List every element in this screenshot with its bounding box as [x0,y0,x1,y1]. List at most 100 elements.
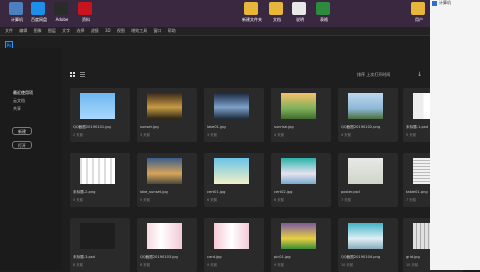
recent-file-tile[interactable]: sunrise.jpg 4 天前 [271,88,331,142]
desktop-icon[interactable]: 用户 [407,1,431,25]
file-name: card.jpg [207,255,222,259]
file-opened-time: 7 天前 [341,198,352,202]
recent-file-tile[interactable]: 未标题-2.png 5 天前 [70,153,130,207]
new-button[interactable]: 新建 [12,127,32,135]
menu-filter[interactable]: 滤镜 [91,28,99,33]
file-name: lake_sunset.jpg [140,190,168,194]
menu-window[interactable]: 窗口 [153,28,161,33]
file-opened-time: 10 天前 [341,263,354,267]
file-opened-time: 8 天前 [73,263,84,267]
folder-icon [269,2,283,15]
desktop-icon-label: 新建文件夹 [242,17,262,22]
recent-file-tile[interactable]: lake_sunset.jpg 5 天前 [137,153,197,207]
folder-icon [411,2,425,15]
sidebar-item-recent[interactable]: 最近使用项 [13,90,33,96]
file-opened-time: 5 天前 [406,133,417,137]
recent-file-tile[interactable]: pic01.jpg 9 天前 [271,218,331,272]
menu-help[interactable]: 帮助 [168,28,176,33]
desktop-icon-label: 表格 [320,17,328,22]
recent-file-tile[interactable]: cert01.jpg 6 天前 [204,153,264,207]
menu-layer[interactable]: 图层 [48,28,56,33]
list-view-icon[interactable] [80,72,85,77]
file-opened-time: 2 天前 [73,133,84,137]
file-opened-time: 5 天前 [140,198,151,202]
menu-edit[interactable]: 编辑 [19,28,27,33]
recent-file-tile[interactable]: 未标题-3.psd 8 天前 [70,218,130,272]
excel-icon [316,2,330,15]
file-name: sunset.jpg [140,125,159,129]
recent-file-tile[interactable]: QQ截图20190104.png 10 天前 [338,218,398,272]
file-opened-time: 4 天前 [341,133,352,137]
sort-direction-icon[interactable]: ↓ [417,71,422,78]
desktop-icon[interactable]: 资料 [74,1,98,25]
menu-view[interactable]: 视图 [117,28,125,33]
file-thumbnail [281,158,316,184]
open-button[interactable]: 打开 [12,141,32,149]
desktop-icon-label: 资料 [82,17,90,22]
sidebar-item-cloud[interactable]: 云文档 [13,98,25,104]
file-opened-time: 3 天前 [207,133,218,137]
file-thumbnail [281,223,316,249]
file-thumbnail [281,93,316,119]
sort-dropdown[interactable]: 排序 上次打开时间 [357,72,390,78]
file-opened-time: 4 天前 [274,133,285,137]
file-thumbnail [147,93,182,119]
file-thumbnail [348,158,383,184]
red-folder-icon [78,2,92,15]
file-thumbnail [80,158,115,184]
recent-file-tile[interactable]: card.jpg 9 天前 [204,218,264,272]
file-thumbnail [147,223,182,249]
sidebar-item-shared[interactable]: 共享 [13,106,21,112]
file-name: QQ截图20190101.jpg [73,125,111,129]
file-name: cert02.jpg [274,190,293,194]
desktop-icon-label: 用户 [415,17,423,22]
desktop-icon[interactable]: Adobe [50,1,74,25]
file-opened-time: 9 天前 [207,263,218,267]
file-opened-time: 5 天前 [73,198,84,202]
file-name: poster.psd [341,190,360,194]
file-thumbnail [214,223,249,249]
recent-file-tile[interactable]: QQ截图20190103.jpg 8 天前 [137,218,197,272]
file-name: QQ截图20190103.jpg [140,255,178,259]
menu-file[interactable]: 文件 [5,28,13,33]
file-thumbnail [80,223,115,249]
recent-file-tile[interactable]: sunset.jpg 3 天前 [137,88,197,142]
baidu-netdisk-icon [31,2,45,15]
file-name: pic01.jpg [274,255,291,259]
adobe-app-icon [54,2,68,15]
explorer-title: 计算机 [439,0,451,5]
computer-icon [432,1,437,6]
recent-file-tile[interactable]: poster.psd 7 天前 [338,153,398,207]
file-opened-time: 6 天前 [207,198,218,202]
file-name: QQ截图20190104.png [341,255,381,259]
menu-select[interactable]: 选择 [76,28,84,33]
grid-view-icon[interactable] [70,72,75,77]
recent-file-tile[interactable]: QQ截图20190102.png 4 天前 [338,88,398,142]
menu-3d[interactable]: 3D [105,28,111,33]
file-opened-time: 8 天前 [140,263,151,267]
menu-type[interactable]: 文字 [62,28,70,33]
file-opened-time: 3 天前 [140,133,151,137]
desktop-icon[interactable]: 表格 [312,1,336,25]
document-icon [292,2,306,15]
computer-icon [9,2,23,15]
recent-file-tile[interactable]: lake01.jpg 3 天前 [204,88,264,142]
file-name: 未标题-2.png [73,190,96,194]
recent-file-tile[interactable]: cert02.jpg 6 天前 [271,153,331,207]
desktop-icon[interactable]: 说明 [288,1,312,25]
file-opened-time: 7 天前 [406,198,417,202]
file-name: cert01.jpg [207,190,226,194]
file-thumbnail [214,93,249,119]
home-sidebar: 最近使用项 云文档 共享 新建 打开 [0,48,62,270]
file-thumbnail [80,93,115,119]
desktop-icon[interactable]: 新建文件夹 [240,1,264,25]
menu-plugins[interactable]: 增效工具 [131,28,147,33]
recent-files-area: 排序 上次打开时间 ↓ QQ截图20190101.jpg 2 天前 sunset.j… [65,48,463,272]
file-name: lake01.jpg [207,125,226,129]
menu-image[interactable]: 图像 [34,28,42,33]
file-opened-time: 6 天前 [274,198,285,202]
recent-file-tile[interactable]: QQ截图20190101.jpg 2 天前 [70,88,130,142]
desktop-strip: 计算机 百度网盘 Adobe 资料 新建文件夹 文档 说明 表格 用户 [0,0,430,27]
file-name: sunrise.jpg [274,125,294,129]
file-thumbnail [214,158,249,184]
